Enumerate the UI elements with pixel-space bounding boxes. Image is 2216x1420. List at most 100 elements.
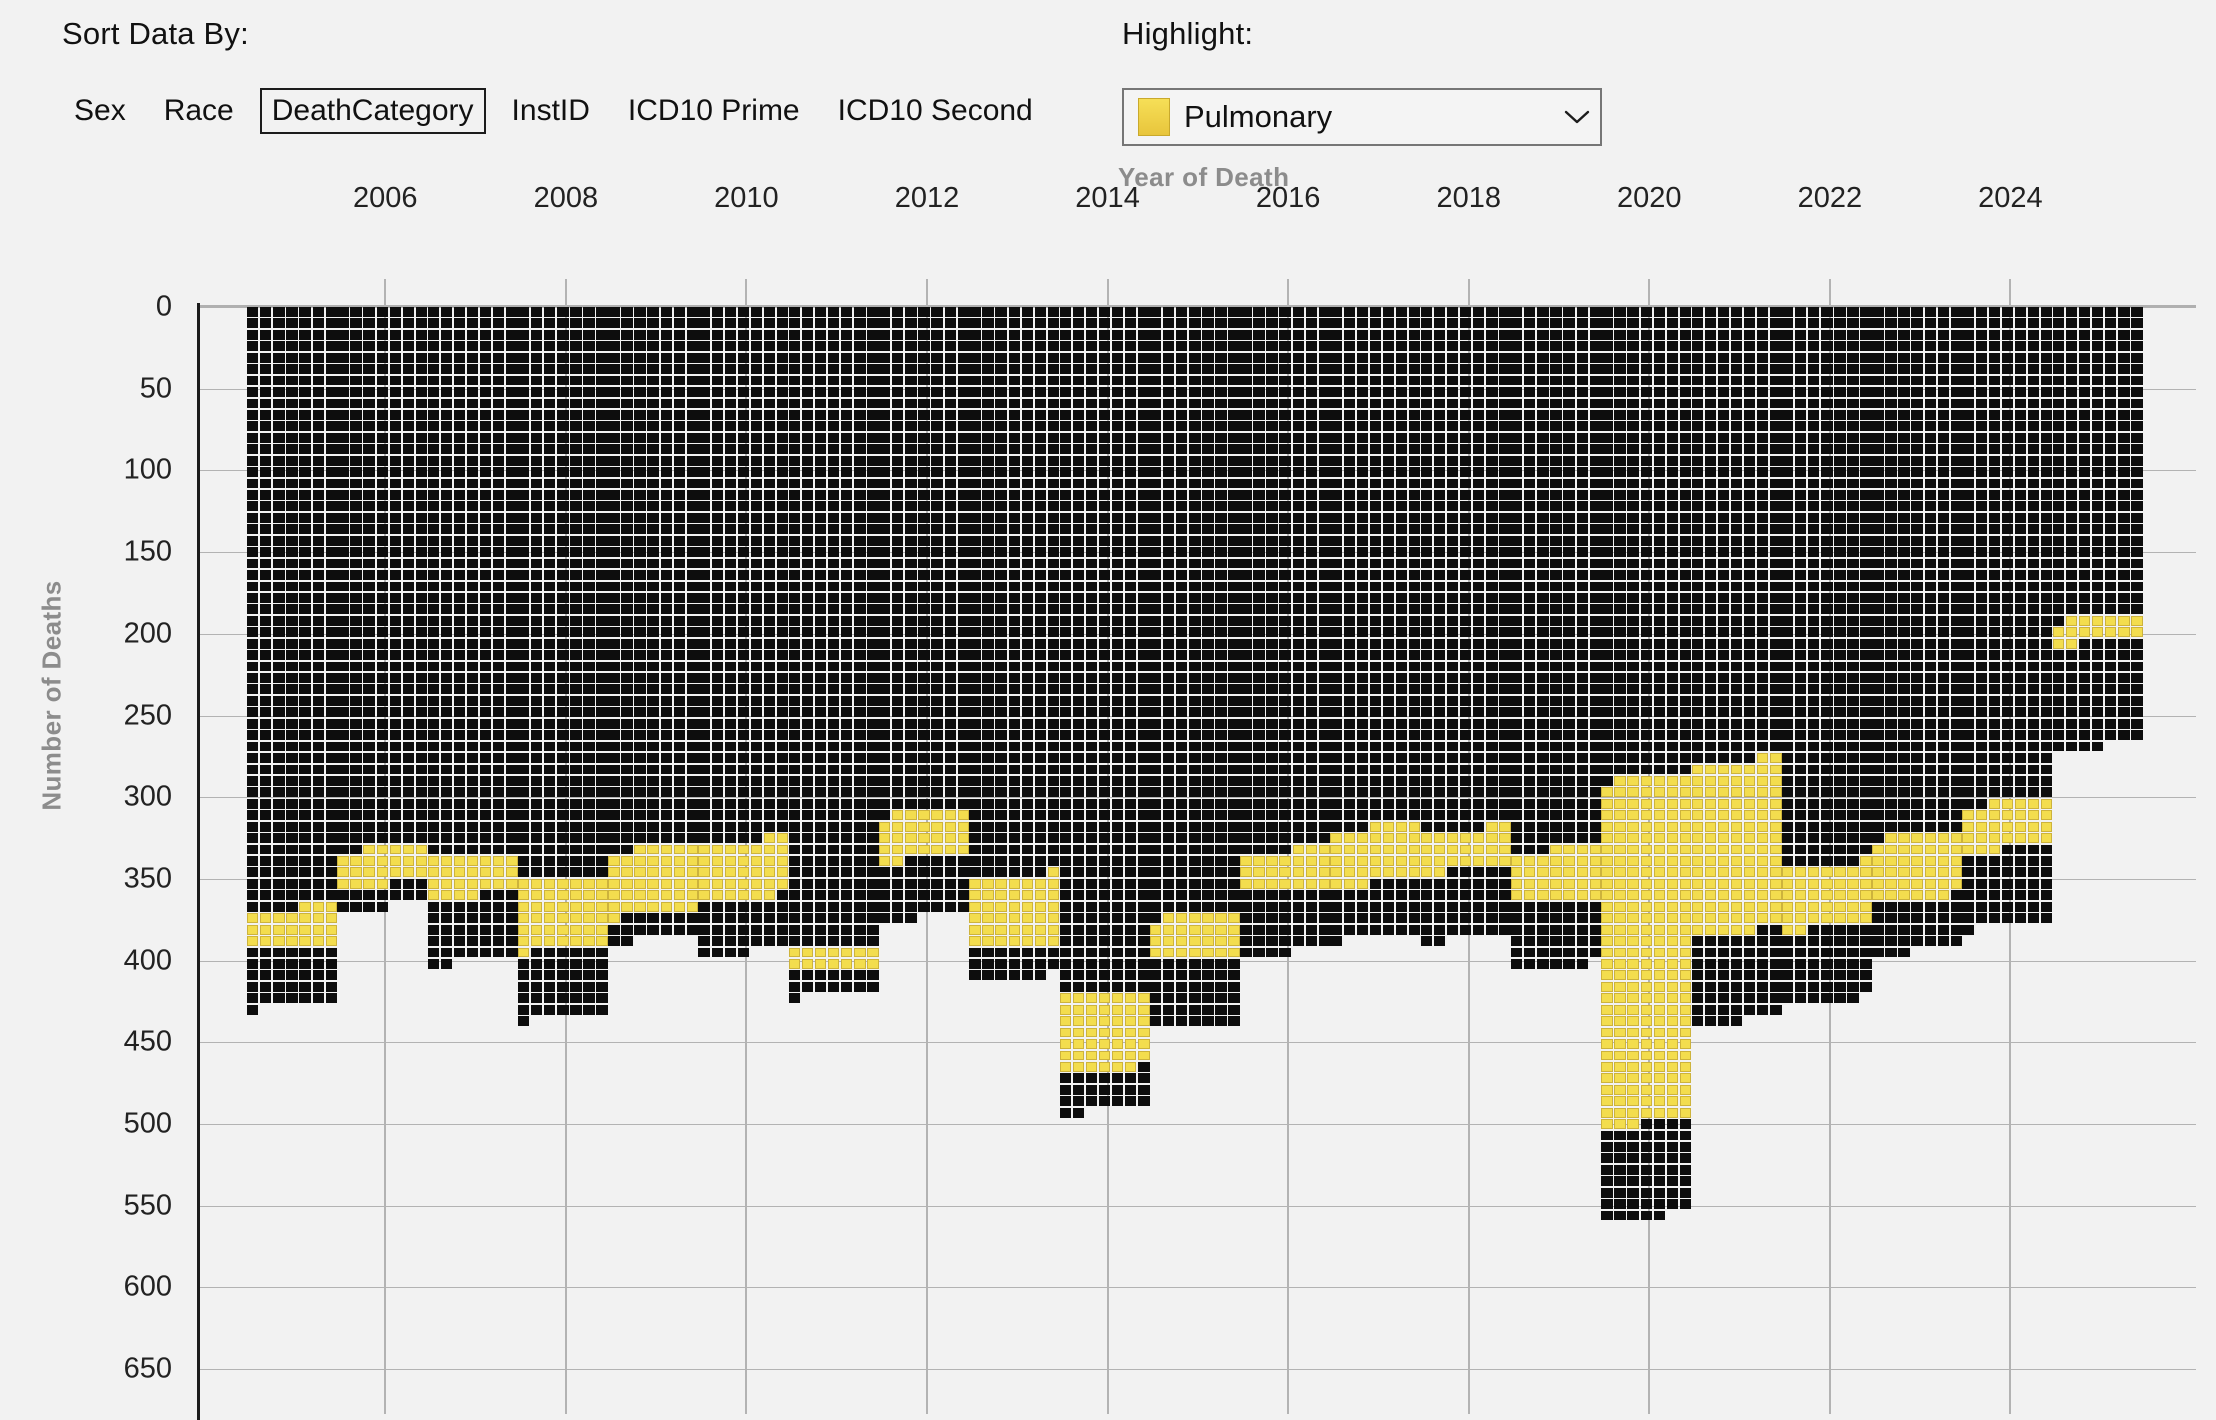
waffle-cell-other: [570, 387, 581, 397]
waffle-cell-pulmonary: [570, 902, 581, 912]
waffle-cell-other: [777, 673, 788, 683]
waffle-cell-other: [854, 330, 865, 340]
waffle-cell-other: [777, 936, 788, 946]
waffle-cell-other: [945, 444, 956, 454]
sort-option-instid[interactable]: InstID: [500, 88, 602, 134]
waffle-cell-other: [1086, 467, 1097, 477]
waffle-cell-other: [1086, 1085, 1097, 1095]
waffle-cell-other: [1202, 662, 1213, 672]
waffle-cell-other: [570, 856, 581, 866]
highlight-dropdown[interactable]: Pulmonary: [1122, 88, 1602, 146]
waffle-cell-other: [1189, 501, 1200, 511]
sort-option-sex[interactable]: Sex: [62, 88, 138, 134]
waffle-cell-other: [841, 307, 852, 317]
waffle-cell-other: [273, 421, 284, 431]
waffle-cell-other: [982, 719, 993, 729]
x-axis-tick-label: 2018: [1436, 182, 1501, 215]
waffle-cell-other: [467, 696, 478, 706]
waffle-cell-pulmonary: [931, 845, 942, 855]
bar-2006[interactable]: [337, 307, 433, 1410]
waffle-cell-other: [982, 444, 993, 454]
waffle-cell-other: [1125, 867, 1136, 877]
waffle-cell-pulmonary: [480, 879, 491, 889]
sort-option-icd10-second[interactable]: ICD10 Second: [826, 88, 1045, 134]
waffle-cell-other: [1125, 490, 1136, 500]
waffle-cell-other: [738, 902, 749, 912]
waffle-cell-other: [493, 765, 504, 775]
waffle-cell-other: [1279, 650, 1290, 660]
waffle-cell-other: [995, 719, 1006, 729]
waffle-cell-other: [802, 410, 813, 420]
waffle-cell-other: [764, 902, 775, 912]
waffle-cell-other: [738, 547, 749, 557]
waffle-cell-other: [454, 684, 465, 694]
waffle-cell-other: [441, 582, 452, 592]
waffle-cell-pulmonary: [1035, 879, 1046, 889]
waffle-cell-other: [1189, 902, 1200, 912]
waffle-cell-other: [544, 707, 555, 717]
waffle-cell-other: [931, 753, 942, 763]
sort-option-deathcategory[interactable]: DeathCategory: [260, 88, 486, 134]
waffle-cell-other: [738, 810, 749, 820]
waffle-cell-other: [777, 810, 788, 820]
bar-2016[interactable]: [1240, 307, 1336, 1410]
waffle-cell-other: [982, 742, 993, 752]
waffle-cell-other: [621, 604, 632, 614]
waffle-cell-other: [428, 421, 439, 431]
waffle-cell-other: [428, 616, 439, 626]
waffle-cell-other: [1009, 467, 1020, 477]
bar-2013[interactable]: [969, 307, 1065, 1410]
waffle-cell-other: [698, 467, 709, 477]
waffle-cell-other: [854, 513, 865, 523]
waffle-cell-other: [428, 547, 439, 557]
waffle-cell-pulmonary: [518, 879, 529, 889]
waffle-cell-other: [828, 742, 839, 752]
waffle-cell-other: [751, 318, 762, 328]
bar-2015[interactable]: [1150, 307, 1246, 1410]
waffle-cell-other: [1009, 501, 1020, 511]
waffle-cell-other: [1138, 536, 1149, 546]
waffle-cell-pulmonary: [1086, 1062, 1097, 1072]
waffle-cell-other: [789, 902, 800, 912]
sort-option-race[interactable]: Race: [152, 88, 246, 134]
waffle-cell-other: [1266, 845, 1277, 855]
waffle-cell-other: [764, 799, 775, 809]
bar-2012[interactable]: [879, 307, 975, 1410]
waffle-cell-other: [428, 513, 439, 523]
waffle-cell-other: [596, 433, 607, 443]
bar-2009[interactable]: [608, 307, 704, 1410]
waffle-cell-other: [326, 479, 337, 489]
waffle-cell-other: [1138, 547, 1149, 557]
waffle-cell-other: [854, 387, 865, 397]
bar-2011[interactable]: [789, 307, 885, 1410]
waffle-cell-other: [247, 845, 258, 855]
bar-2007[interactable]: [428, 307, 524, 1410]
waffle-cell-other: [995, 707, 1006, 717]
waffle-cell-other: [1215, 684, 1226, 694]
waffle-cell-other: [1176, 376, 1187, 386]
waffle-cell-other: [428, 307, 439, 317]
waffle-cell-other: [363, 822, 374, 832]
bar-2014[interactable]: [1060, 307, 1156, 1410]
waffle-cell-other: [518, 524, 529, 534]
waffle-cell-other: [467, 719, 478, 729]
waffle-cell-other: [480, 810, 491, 820]
waffle-cell-other: [687, 341, 698, 351]
bar-2008[interactable]: [518, 307, 614, 1410]
bar-2005[interactable]: [247, 307, 343, 1410]
waffle-cell-other: [1112, 387, 1123, 397]
waffle-cell-other: [260, 776, 271, 786]
sort-option-icd10-prime[interactable]: ICD10 Prime: [616, 88, 812, 134]
waffle-cell-other: [1306, 387, 1317, 397]
bar-2010[interactable]: [698, 307, 794, 1410]
chevron-down-icon[interactable]: [1554, 109, 1600, 125]
waffle-cell-other: [1086, 341, 1097, 351]
waffle-cell-other: [1215, 1016, 1226, 1026]
waffle-cell-other: [777, 707, 788, 717]
waffle-cell-other: [687, 501, 698, 511]
waffle-cell-other: [1150, 467, 1161, 477]
waffle-cell-other: [1022, 330, 1033, 340]
waffle-cell-other: [982, 479, 993, 489]
waffle-cell-other: [608, 582, 619, 592]
waffle-cell-other: [854, 833, 865, 843]
